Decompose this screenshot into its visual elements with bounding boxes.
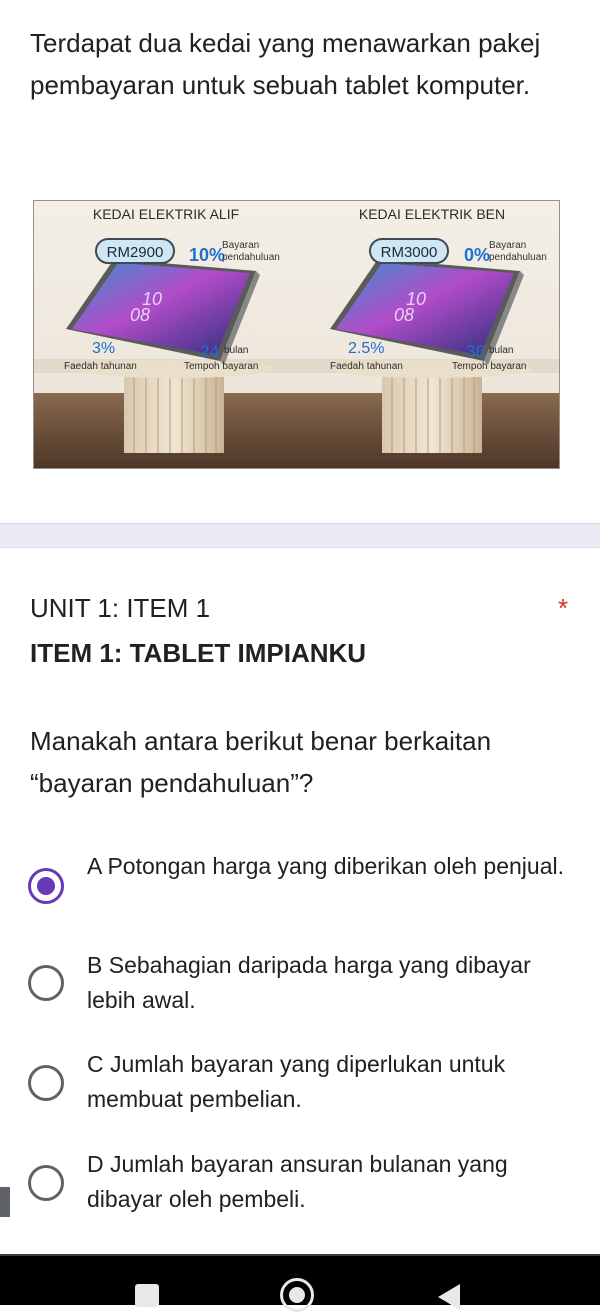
radio-icon[interactable]	[28, 965, 64, 1001]
left-price: RM2900	[107, 244, 164, 261]
unit-title: UNIT 1: ITEM 1	[30, 593, 211, 623]
svg-text:08: 08	[130, 305, 150, 325]
option-c-label: C Jumlah bayaran yang diperlukan untuk m…	[87, 1051, 506, 1112]
left-term: 24	[200, 342, 219, 361]
intro-text: Terdapat dua kedai yang menawarkan pakej…	[30, 28, 541, 100]
required-mark: *	[558, 593, 569, 623]
svg-text:08: 08	[394, 305, 414, 325]
option-b-label: B Sebahagian daripada harga yang dibayar…	[87, 952, 531, 1013]
radio-icon[interactable]	[28, 1065, 64, 1101]
svg-text:Bayaran: Bayaran	[489, 240, 526, 251]
right-interest: 2.5%	[348, 340, 384, 357]
svg-text:pendahuluan: pendahuluan	[489, 252, 547, 263]
scroll-marker	[0, 1187, 10, 1217]
item-title: ITEM 1: TABLET IMPIANKU	[30, 638, 367, 668]
option-a-label: A Potongan harga yang diberikan oleh pen…	[87, 853, 564, 879]
option-a[interactable]: A Potongan harga yang diberikan oleh pen…	[0, 843, 600, 933]
option-c[interactable]: C Jumlah bayaran yang diperlukan untuk m…	[0, 1043, 600, 1133]
svg-text:Faedah tahunan: Faedah tahunan	[330, 361, 403, 372]
right-shop-name: KEDAI ELEKTRIK BEN	[359, 206, 505, 222]
right-deposit: 0%	[464, 245, 490, 265]
back-triangle-icon[interactable]	[438, 1284, 460, 1310]
option-d[interactable]: D Jumlah bayaran ansuran bulanan yang di…	[0, 1143, 600, 1233]
right-term: 36	[466, 342, 485, 361]
radio-selected-icon[interactable]	[28, 868, 64, 904]
left-deposit: 10%	[189, 245, 225, 265]
question-text: Manakah antara berikut benar berkaitan “…	[30, 726, 492, 798]
promo-illustration: KEDAI ELEKTRIK ALIF RM2900 10% Bayaran p…	[34, 201, 559, 468]
svg-text:Faedah tahunan: Faedah tahunan	[64, 361, 137, 372]
recents-square-icon[interactable]	[135, 1284, 159, 1307]
option-d-label: D Jumlah bayaran ansuran bulanan yang di…	[87, 1151, 508, 1212]
svg-text:pendahuluan: pendahuluan	[222, 252, 280, 263]
left-shop-name: KEDAI ELEKTRIK ALIF	[93, 206, 239, 222]
system-nav-bar	[0, 1254, 600, 1312]
svg-text:bulan: bulan	[489, 345, 513, 356]
radio-icon[interactable]	[28, 1165, 64, 1201]
left-interest: 3%	[92, 340, 115, 357]
right-price: RM3000	[381, 244, 438, 261]
svg-text:bulan: bulan	[224, 345, 248, 356]
svg-text:Tempoh bayaran: Tempoh bayaran	[452, 361, 527, 372]
svg-text:Bayaran: Bayaran	[222, 240, 259, 251]
home-circle-icon[interactable]	[280, 1278, 314, 1312]
promo-image: KEDAI ELEKTRIK ALIF RM2900 10% Bayaran p…	[33, 200, 560, 469]
section-divider	[0, 523, 600, 548]
option-b[interactable]: B Sebahagian daripada harga yang dibayar…	[0, 943, 600, 1033]
svg-text:Tempoh bayaran: Tempoh bayaran	[184, 361, 259, 372]
